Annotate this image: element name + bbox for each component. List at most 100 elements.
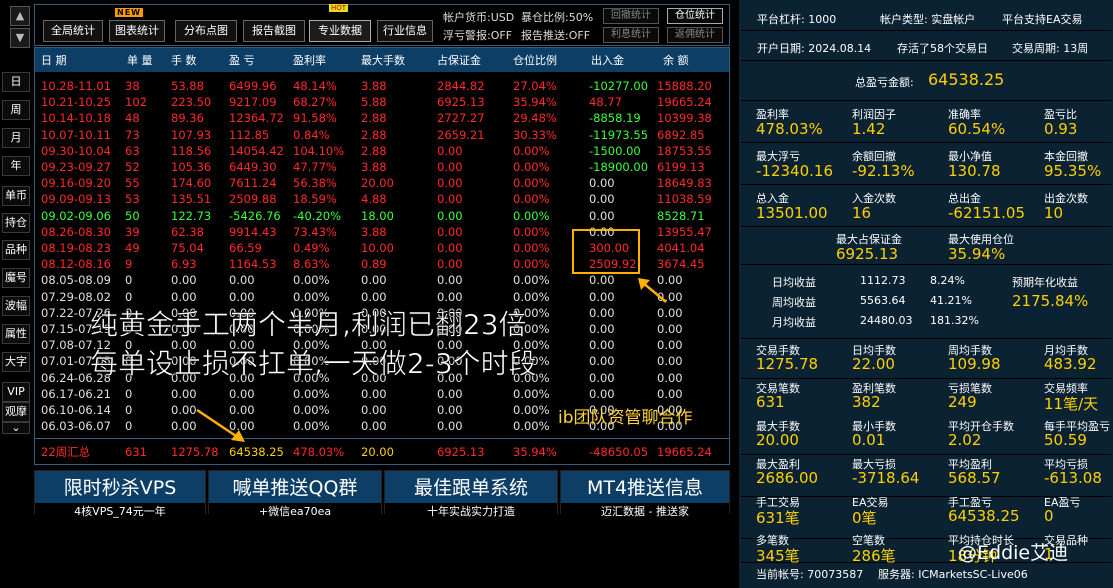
nav-item-0[interactable]: 日 [2,72,30,92]
nav-item-11[interactable]: VIP [2,382,30,402]
table-row: 10.14-10.18 48 89.36 12364.72 91.58% 2.88 2727… [35,110,729,126]
stat-value: 483.92 [1044,355,1097,373]
cell-io: 0.00 [589,338,615,353]
header-3[interactable]: 盈 亏 [229,52,255,68]
cell-io: 0.00 [589,208,615,223]
summary-date: 22周汇总 [41,445,91,459]
cell-rate: 48.14% [293,79,337,93]
header-1[interactable]: 单 量 [127,52,153,68]
nav-item-4[interactable]: 单币 [2,186,30,206]
table-row: 10.21-10.25 102 223.50 9217.09 68.27% 5.88 692… [35,94,729,110]
interest-stats-button[interactable]: 利息统计 [603,27,659,43]
nav-item-3[interactable]: 年 [2,156,30,176]
table-row: 10.28-11.01 38 53.88 6499.96 48.14% 3.88 2844.… [35,78,729,94]
cell-margin: 6925.13 [437,95,485,110]
cell-lots: 89.36 [171,111,204,126]
stat-value: 95.35% [1044,162,1102,180]
cell-pl: 2509.88 [229,192,277,207]
header-0[interactable]: 日 期 [41,52,67,68]
stat-value: 13501.00 [756,204,828,222]
nav-item-10[interactable]: 大字 [2,352,30,372]
cell-maxlot: 3.88 [361,79,387,93]
stat-value: 2686.00 [756,469,819,487]
cell-margin: 0.00 [437,386,463,401]
nav-item-8[interactable]: 波幅 [2,296,30,316]
cell-pos: 0.00% [513,273,550,288]
cell-rate: 0.00% [293,386,330,401]
cell-lots: 0.00 [171,273,197,288]
position-stats-button[interactable]: 仓位统计 [667,8,723,24]
header-4[interactable]: 盈利率 [293,52,326,68]
header-7[interactable]: 仓位比例 [513,52,557,68]
promo-title: MT4推送信息 [586,477,704,499]
cell-bal: 8528.71 [657,208,705,223]
nav-item-7[interactable]: 魔号 [2,268,30,288]
table-row: 10.07-10.11 73 107.93 112.85 0.84% 2.88 2659.2… [35,127,729,143]
header-6[interactable]: 占保证金 [437,52,481,68]
annual-value: 2175.84% [1012,292,1089,310]
table-row: 08.05-08.09 0 0.00 0.00 0.00% 0.00 0.00 0.00% 0.… [35,272,729,288]
nav-item-1[interactable]: 周 [2,100,30,120]
cell-margin: 0.00 [437,241,463,255]
cell-bal: 0.00 [657,322,683,336]
promo-button-0[interactable]: 限时秒杀VPS 4核VPS_74元一年 [34,470,206,520]
max-margin-value: 6925.13 [836,245,899,263]
global-stats-button[interactable]: 全局统计 [43,20,103,42]
nav-item-2[interactable]: 月 [2,128,30,148]
monthly-avg-label: 月均收益 [772,316,816,329]
header-9[interactable]: 余 额 [663,52,689,68]
drawdown-stats-button[interactable]: 回撤统计 [603,8,659,24]
nav-item-9[interactable]: 属性 [2,324,30,344]
cell-bal: 18753.55 [657,143,712,158]
promo-button-2[interactable]: 最佳跟单系统 十年实战实力打造 [384,470,558,520]
cell-date: 06.10-06.14 [41,403,111,417]
scroll-down-button[interactable]: ▼ [10,28,30,48]
promo-title: 限时秒杀VPS [63,477,177,499]
cell-pos: 0.00% [513,160,550,174]
promo-button-3[interactable]: MT4推送信息 迈汇数据 - 推送家 [560,470,730,520]
nav-item-6[interactable]: 品种 [2,240,30,260]
cell-date: 08.12-08.16 [41,257,111,272]
cell-date: 08.05-08.09 [41,273,111,288]
open-date-label: 开户日期: 2024.08.14 [757,42,872,55]
cell-io: -10277.00 [589,79,649,93]
rebate-stats-button[interactable]: 返佣统计 [667,27,723,43]
cycle-label: 交易周期: 13周 [1012,42,1089,55]
nav-item-12[interactable]: 观摩 [2,402,30,422]
cell-rate: 47.77% [293,160,337,174]
distribution-chart-button[interactable]: 分布点图 [175,20,237,42]
stat-value: 130.78 [948,162,1001,180]
cell-date: 09.30-10.04 [41,143,111,158]
scroll-up-button[interactable]: ▲ [10,6,30,26]
table-row: 09.09-09.13 53 135.51 2509.88 18.59% 4.88 0.00… [35,191,729,207]
report-push-info: 报告推送:OFF [521,29,591,42]
report-screenshot-button[interactable]: 报告截图 [243,20,305,42]
stat-value: 2.02 [948,431,982,449]
promo-title: 最佳跟单系统 [413,477,528,499]
promo-button-1[interactable]: 喊单推送QQ群 +微信ea70ea [208,470,382,520]
cell-maxlot: 4.88 [361,192,387,207]
cell-date: 09.09-09.13 [41,192,111,207]
cell-margin: 0.00 [437,160,463,174]
cell-pos: 29.48% [513,111,557,126]
header-2[interactable]: 手 数 [171,52,197,68]
cell-io: -8858.19 [589,111,641,126]
stat-value: 11笔/天 [1044,395,1099,413]
pro-data-button[interactable]: 专业数据 [309,20,371,42]
nav-more-button[interactable]: ⌄ [2,422,30,434]
nav-item-5[interactable]: 持仓 [2,213,30,233]
cell-margin: 0.00 [437,419,463,434]
cell-pl: 9914.43 [229,224,277,239]
stat-value: -3718.64 [852,469,920,487]
hot-badge: HOT [329,4,349,12]
cell-bal: 15888.20 [657,79,712,93]
cell-rate: 56.38% [293,176,337,191]
summary-rate: 478.03% [293,445,345,459]
header-5[interactable]: 最大手数 [361,52,405,68]
industry-info-button[interactable]: 行业信息 [377,20,433,42]
max-position-value: 35.94% [948,245,1006,263]
header-8[interactable]: 出入金 [591,52,624,68]
chart-stats-button[interactable]: 图表统计 [109,20,165,42]
ea-support-label: 平台支持EA交易 [1002,13,1083,26]
panel-divider [741,30,1111,31]
